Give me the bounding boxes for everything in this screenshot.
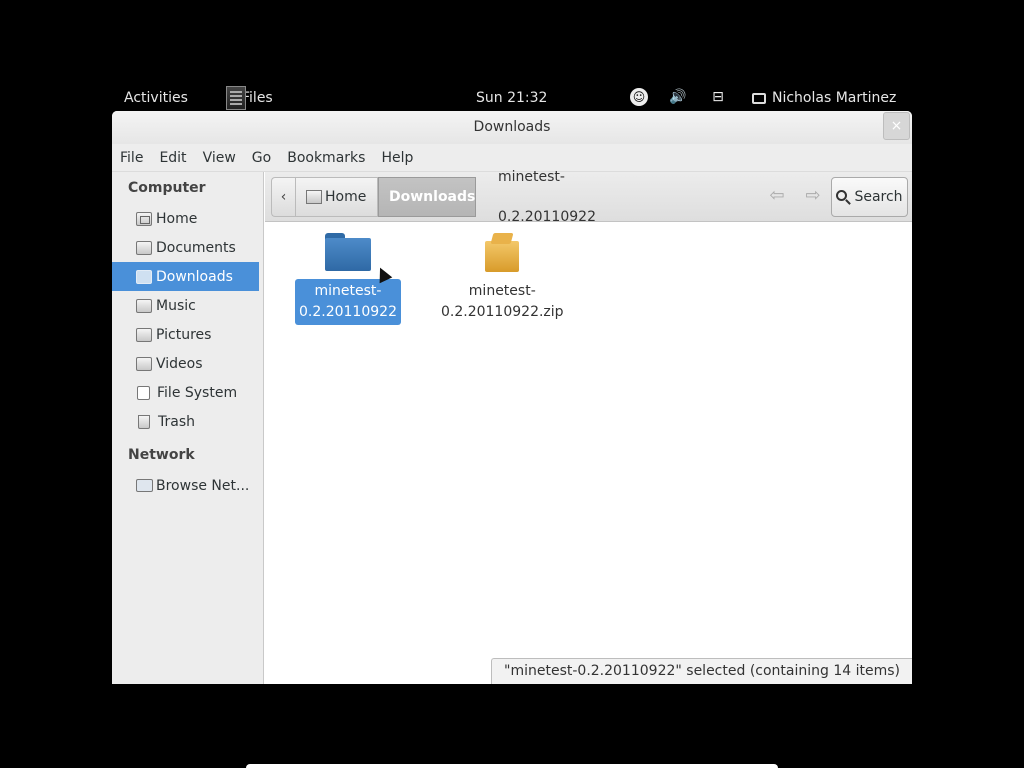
sidebar-item-home[interactable]: Home — [112, 204, 263, 233]
sidebar-item-label: Videos — [156, 355, 203, 372]
app-menu-label: Files — [242, 90, 273, 106]
accessibility-icon[interactable]: ☺ — [630, 88, 648, 106]
menu-bookmarks[interactable]: Bookmarks — [287, 150, 365, 166]
drive-icon — [137, 385, 150, 400]
folder-icon — [136, 240, 152, 255]
activities-button[interactable]: Activities — [124, 90, 188, 106]
files-app-icon — [226, 86, 246, 110]
status-floating-bar: "minetest-0.2.20110922" selected (contai… — [491, 658, 912, 684]
sidebar-item-label: Trash — [158, 413, 195, 430]
sidebar-item-pictures[interactable]: Pictures — [112, 320, 263, 349]
clock[interactable]: Sun 21:32 — [476, 90, 547, 106]
sidebar-item-label: Home — [156, 210, 198, 227]
files-window: Downloads × File Edit View Go Bookmarks … — [112, 111, 912, 684]
chat-icon — [752, 92, 766, 104]
close-button[interactable]: × — [883, 112, 910, 140]
sidebar-item-label: Documents — [156, 239, 236, 256]
dash-edge — [246, 764, 778, 768]
breadcrumb-label: Downloads — [389, 189, 476, 205]
home-folder-icon — [306, 190, 322, 204]
path-bar-scroll-left-button[interactable]: ‹ — [271, 177, 295, 217]
search-icon — [836, 190, 848, 201]
user-name: Nicholas Martinez — [772, 90, 897, 106]
file-item-zip[interactable]: minetest- 0.2.20110922.zip — [437, 233, 567, 325]
file-name-line2: 0.2.20110922.zip — [441, 304, 564, 320]
folder-icon — [136, 356, 152, 371]
home-folder-icon — [136, 211, 152, 226]
file-name-line1: minetest- — [314, 283, 382, 299]
sidebar-item-label: Pictures — [156, 326, 212, 343]
sidebar-item-label: Music — [156, 297, 196, 314]
sidebar: Computer Home Documents Downloads Music … — [112, 172, 264, 684]
volume-icon[interactable]: 🔊 — [669, 88, 687, 106]
breadcrumb-downloads[interactable]: Downloads — [378, 177, 476, 217]
breadcrumb-label: Home — [325, 189, 367, 205]
sidebar-item-downloads[interactable]: Downloads — [112, 262, 259, 291]
network-icon — [136, 479, 153, 492]
archive-icon — [484, 233, 520, 273]
title-bar[interactable]: Downloads × — [112, 111, 912, 144]
trash-icon — [138, 414, 150, 429]
breadcrumb-home[interactable]: Home — [295, 177, 378, 217]
sidebar-heading-network: Network — [128, 447, 195, 463]
folder-icon — [325, 233, 371, 273]
sidebar-item-file-system[interactable]: File System — [112, 378, 263, 407]
folder-icon — [136, 298, 152, 313]
file-item-label: minetest- 0.2.20110922 — [295, 279, 401, 325]
toolbar: ‹ Home Downloads minetest-0.2.20110922 ⇦… — [265, 169, 912, 225]
back-arrow-icon[interactable]: ⇦ — [765, 184, 789, 208]
menu-file[interactable]: File — [120, 150, 143, 166]
search-label: Search — [854, 189, 903, 205]
file-view[interactable]: minetest- 0.2.20110922 minetest- 0.2.201… — [265, 223, 912, 684]
sidebar-item-label: Browse Net... — [156, 477, 250, 494]
user-menu[interactable]: Nicholas Martinez — [752, 90, 896, 106]
file-item-folder[interactable]: minetest- 0.2.20110922 — [283, 233, 413, 325]
menu-edit[interactable]: Edit — [159, 150, 186, 166]
sidebar-item-videos[interactable]: Videos — [112, 349, 263, 378]
file-name-line1: minetest- — [468, 283, 536, 299]
file-item-label: minetest- 0.2.20110922.zip — [437, 279, 568, 325]
sidebar-item-label: File System — [157, 384, 238, 401]
menu-help[interactable]: Help — [381, 150, 413, 166]
network-icon[interactable]: ⊟ — [709, 88, 727, 106]
search-button[interactable]: Search — [831, 177, 908, 217]
sidebar-item-music[interactable]: Music — [112, 291, 263, 320]
sidebar-item-trash[interactable]: Trash — [112, 407, 263, 436]
folder-icon — [136, 327, 152, 342]
sidebar-item-browse-network[interactable]: Browse Net... — [112, 471, 263, 500]
folder-icon — [136, 269, 152, 284]
sidebar-item-documents[interactable]: Documents — [112, 233, 263, 262]
file-name-line2: 0.2.20110922 — [299, 304, 397, 320]
breadcrumb-minetest[interactable]: minetest-0.2.20110922 — [476, 169, 666, 225]
sidebar-item-label: Downloads — [156, 268, 233, 285]
window-title: Downloads — [473, 119, 551, 135]
top-bar: Activities Files Sun 21:32 ☺ 🔊 ⊟ Nichola… — [112, 84, 912, 112]
app-menu[interactable]: Files — [226, 84, 273, 112]
sidebar-heading-computer: Computer — [128, 180, 206, 196]
menu-go[interactable]: Go — [252, 150, 271, 166]
forward-arrow-icon[interactable]: ⇨ — [801, 184, 825, 208]
menu-view[interactable]: View — [203, 150, 236, 166]
